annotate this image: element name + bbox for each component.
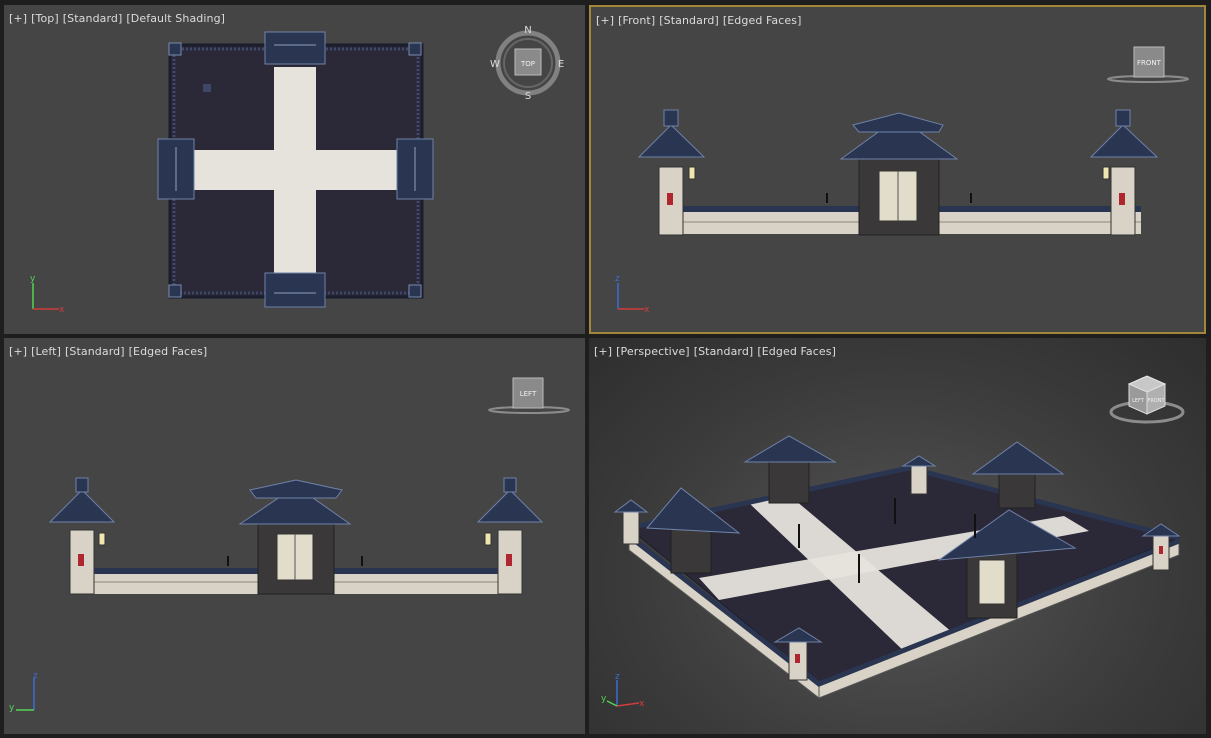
axis-triad-perspective: z x y — [601, 672, 645, 709]
cross-path-horizontal — [194, 150, 397, 190]
viewcube-perspective[interactable]: LEFT FRONT — [1107, 370, 1187, 430]
viewport-perspective[interactable]: [+] [Perspective] [Standard] [Edged Faces] — [589, 338, 1206, 734]
gate-roof-east — [396, 138, 434, 200]
viewcube-label: FRONT — [1137, 59, 1162, 67]
viewcube-compass[interactable]: TOP N S W E — [488, 25, 568, 105]
compass-east: E — [558, 59, 564, 70]
gate-roof-west — [157, 138, 195, 200]
axis-triad-top: y x — [30, 274, 65, 315]
viewcube-left[interactable]: LEFT — [487, 374, 573, 420]
viewport-top[interactable]: [+] [Top] [Standard] [Default Shading] TOP … — [4, 5, 585, 334]
axis-label-z: z — [615, 274, 620, 284]
axis-label-y: y — [601, 694, 607, 704]
axis-label-y: y — [9, 703, 15, 713]
compass-south: S — [525, 91, 531, 102]
gate-roof-south — [264, 272, 326, 308]
viewcube-label-front: FRONT — [1147, 398, 1165, 404]
viewcube-front[interactable]: FRONT — [1106, 43, 1192, 89]
axis-label-y: y — [30, 274, 36, 284]
axis-label-x: x — [644, 305, 650, 315]
axis-label-z: z — [615, 672, 620, 682]
viewcube-label: LEFT — [520, 390, 537, 398]
axis-label-x: x — [59, 305, 65, 315]
viewport-front[interactable]: [+] [Front] [Standard] [Edged Faces] FRO… — [589, 5, 1206, 334]
axis-triad-front: z x — [615, 274, 650, 315]
axis-label-x: x — [639, 699, 645, 709]
viewcube-label: TOP — [520, 60, 535, 68]
axis-label-z: z — [33, 671, 38, 681]
viewcube-label-left: LEFT — [1132, 398, 1145, 404]
viewport-left[interactable]: [+] [Left] [Standard] [Edged Faces] LEFT… — [4, 338, 585, 734]
gate-roof-north — [264, 31, 326, 65]
compass-north: N — [524, 25, 531, 36]
compass-west: W — [490, 59, 500, 70]
axis-triad-left: z y — [9, 671, 38, 713]
